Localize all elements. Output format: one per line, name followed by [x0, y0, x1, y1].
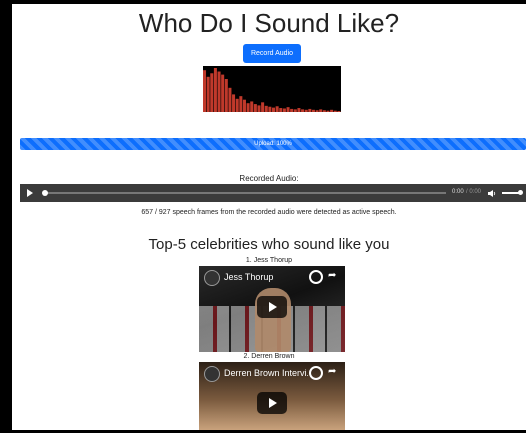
visualizer-bar [210, 73, 214, 112]
visualizer-bar [326, 110, 330, 112]
play-icon[interactable] [27, 189, 33, 197]
result-rank-label: 1. Jess Thorup [245, 257, 293, 264]
speech-status-text: 657 / 927 speech frames from the recorde… [141, 209, 397, 216]
video-title[interactable]: Derren Brown Intervi... [224, 368, 308, 378]
visualizer-bar [304, 109, 308, 112]
visualizer-bar [290, 108, 294, 112]
channel-avatar-icon[interactable] [204, 270, 220, 286]
watch-later-icon[interactable] [309, 366, 323, 380]
visualizer-bar [228, 87, 232, 112]
visualizer-bar [257, 105, 261, 112]
visualizer-bar [217, 71, 221, 112]
visualizer-bar [282, 108, 286, 112]
visualizer-bar [261, 102, 265, 112]
video-play-button[interactable] [257, 296, 287, 318]
page-title: Who Do I Sound Like? [138, 8, 400, 38]
visualizer-bar [242, 99, 246, 112]
video-embed-2[interactable]: Derren Brown Intervi... ➦ [199, 362, 345, 430]
results-heading: Top-5 celebrities who sound like you [148, 236, 390, 253]
visualizer-bar [272, 107, 276, 112]
result-rank-label: 2. Derren Brown [243, 353, 295, 360]
channel-avatar-icon[interactable] [204, 366, 220, 382]
visualizer-bar [279, 108, 283, 112]
video-embed-1[interactable]: Jess Thorup ➦ [199, 266, 345, 352]
upload-progress-bar: Upload: 100% [20, 138, 526, 150]
visualizer-bar [268, 106, 272, 112]
visualizer-bars [203, 68, 341, 112]
share-icon[interactable]: ➦ [328, 271, 336, 281]
visualizer-bar [319, 109, 323, 112]
visualizer-bar [206, 76, 210, 112]
seek-thumb[interactable] [42, 190, 48, 196]
upload-progress-label: Upload: 100% [254, 141, 292, 147]
visualizer-bar [264, 105, 268, 112]
video-play-button[interactable] [257, 392, 287, 414]
visualizer-bar [330, 109, 334, 112]
recorded-audio-label: Recorded Audio: [239, 174, 299, 183]
visualizer-bar [232, 94, 236, 112]
visualizer-bar [221, 74, 225, 112]
visualizer-bar [315, 110, 319, 112]
visualizer-bar [322, 110, 326, 112]
share-icon[interactable]: ➦ [328, 367, 336, 377]
visualizer-bar [213, 68, 217, 112]
visualizer-bar [246, 103, 250, 112]
visualizer-bar [293, 109, 297, 112]
visualizer-bar [311, 109, 315, 112]
total-time: / 0:00 [466, 189, 482, 195]
visualizer-bar [301, 109, 305, 112]
browser-viewport: Who Do I Sound Like? Record Audio Upload… [12, 4, 526, 430]
seek-bar[interactable] [42, 190, 446, 196]
volume-thumb[interactable] [518, 190, 523, 195]
volume-icon[interactable] [488, 190, 496, 197]
video-title[interactable]: Jess Thorup [224, 272, 273, 282]
visualizer-bar [275, 106, 279, 112]
audio-visualizer [203, 66, 341, 112]
record-audio-button[interactable]: Record Audio [243, 44, 301, 63]
visualizer-bar [297, 108, 301, 112]
visualizer-bar [235, 98, 239, 112]
visualizer-bar [250, 101, 254, 112]
watch-later-icon[interactable] [309, 270, 323, 284]
visualizer-bar [308, 108, 312, 112]
current-time: 0:00 [452, 189, 464, 195]
audio-player: 0:00 / 0:00 [20, 184, 526, 202]
visualizer-bar [203, 70, 207, 112]
visualizer-bar [333, 110, 337, 112]
visualizer-bar [286, 107, 290, 112]
visualizer-bar [337, 111, 341, 112]
visualizer-bar [239, 96, 243, 112]
visualizer-bar [253, 104, 257, 112]
volume-slider[interactable] [502, 190, 523, 195]
visualizer-bar [224, 79, 228, 112]
